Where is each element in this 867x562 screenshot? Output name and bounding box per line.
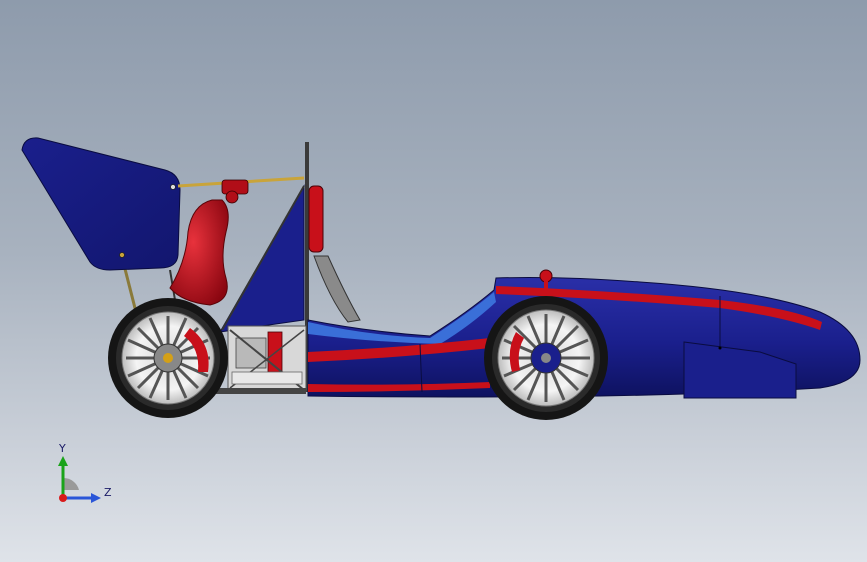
- front-wheel[interactable]: [484, 296, 608, 420]
- hub-center: [163, 353, 173, 363]
- view-triad[interactable]: Y Z: [45, 438, 125, 508]
- headrest[interactable]: [308, 185, 324, 253]
- triad-quarter-disc: [63, 477, 79, 490]
- wing-bolt: [119, 252, 125, 258]
- chassis-floor: [210, 388, 306, 394]
- plate-bolt: [718, 346, 722, 350]
- y-axis-arrowhead: [58, 456, 68, 466]
- z-axis-arrowhead: [91, 493, 101, 503]
- hub-center: [541, 353, 551, 363]
- z-axis-label: Z: [104, 486, 112, 499]
- seat[interactable]: [313, 255, 361, 323]
- rear-wheel[interactable]: [108, 298, 228, 418]
- graphics-viewport[interactable]: Y Z: [0, 0, 867, 562]
- rear-wing[interactable]: [21, 137, 181, 271]
- formula-car-model[interactable]: [0, 0, 867, 562]
- x-axis-origin: [59, 494, 67, 502]
- engine-bay: [227, 325, 307, 391]
- y-axis-label: Y: [58, 442, 66, 455]
- rod-end-bracket: [221, 179, 249, 204]
- wing-bolt: [170, 184, 176, 190]
